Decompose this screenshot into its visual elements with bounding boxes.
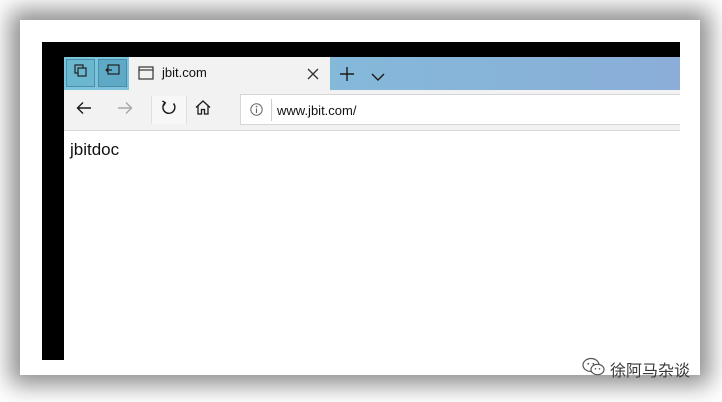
tabs-view-icon <box>73 63 88 83</box>
home-icon <box>195 100 211 120</box>
forward-button[interactable] <box>113 98 137 122</box>
chevron-down-icon[interactable] <box>371 69 385 87</box>
tab-actions-button-2[interactable] <box>98 59 127 87</box>
page-body-text: jbitdoc <box>70 140 120 159</box>
page-icon <box>138 66 154 85</box>
tab-strip: jbit.com <box>64 57 680 90</box>
watermark: 徐阿马杂谈 <box>582 357 690 381</box>
address-separator <box>271 99 272 121</box>
wechat-icon <box>582 357 606 382</box>
tab-title: jbit.com <box>162 65 207 80</box>
browser-window: jbit.com www.jbit.com/ jbitdoc <box>64 57 680 360</box>
arrow-left-icon <box>76 101 92 120</box>
plus-icon[interactable] <box>340 67 354 86</box>
refresh-icon <box>161 99 177 121</box>
address-bar[interactable] <box>240 94 680 125</box>
watermark-text: 徐阿马杂谈 <box>610 361 691 380</box>
tab-active[interactable]: jbit.com <box>129 57 330 90</box>
navigation-bar <box>64 90 680 131</box>
url-input[interactable] <box>277 101 657 119</box>
page-content: jbitdoc <box>64 131 680 360</box>
set-tabs-aside-icon <box>105 64 120 82</box>
back-button[interactable] <box>72 98 96 122</box>
refresh-button[interactable] <box>151 96 187 124</box>
tab-actions-button-1[interactable] <box>66 59 95 87</box>
arrow-right-icon <box>117 101 133 120</box>
close-icon[interactable] <box>307 67 319 85</box>
info-icon[interactable] <box>250 103 263 121</box>
screenshot-frame: jbit.com www.jbit.com/ jbitdoc <box>42 42 680 360</box>
home-button[interactable] <box>191 98 215 122</box>
